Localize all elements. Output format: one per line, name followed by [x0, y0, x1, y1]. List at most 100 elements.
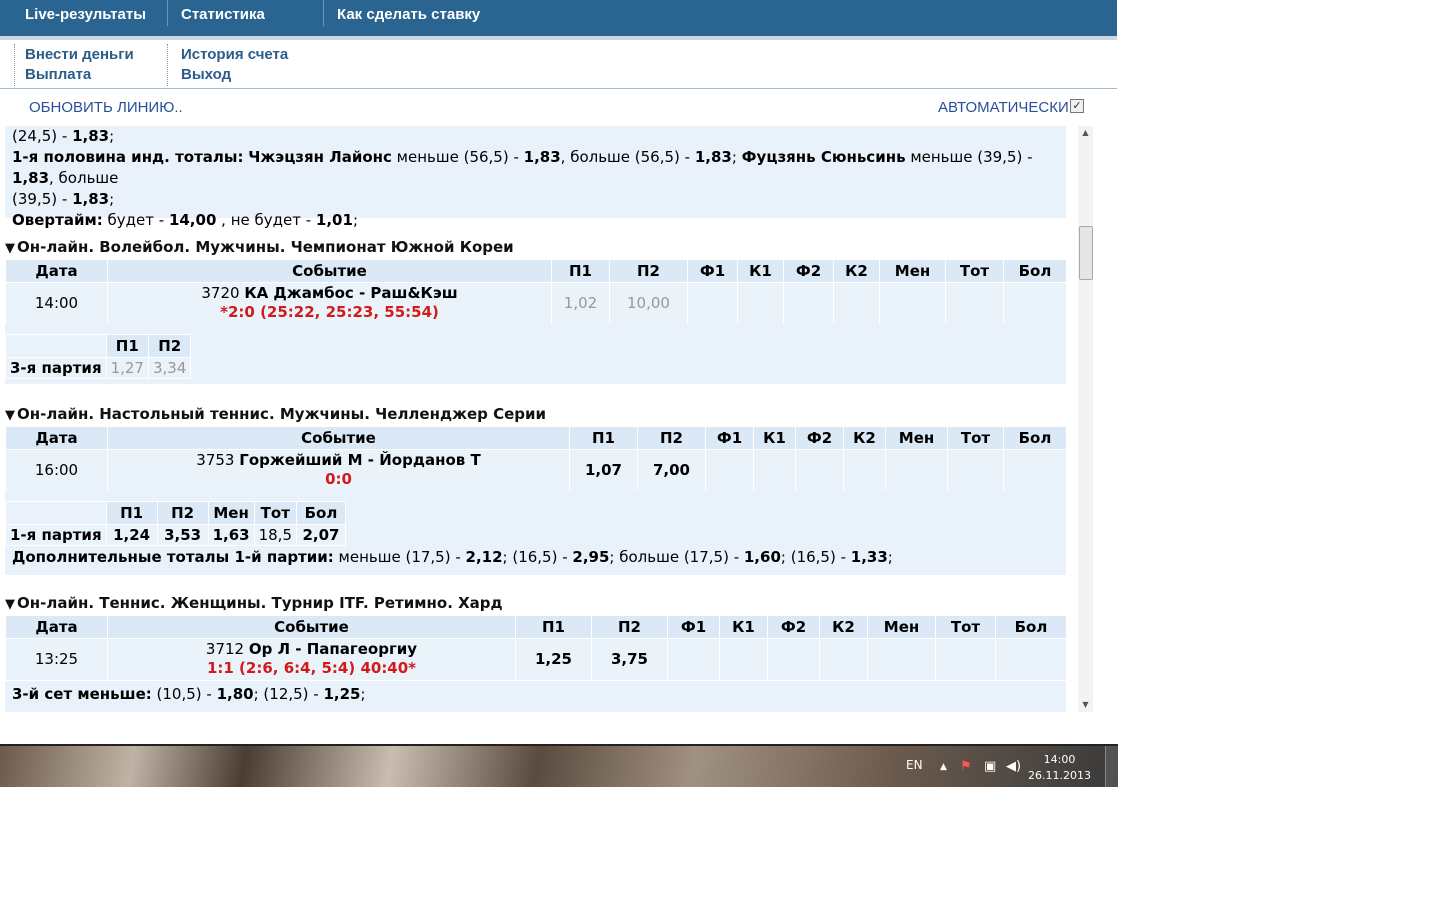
refresh-line-link[interactable]: ОБНОВИТЬ ЛИНИЮ..	[29, 99, 183, 116]
odd-value[interactable]: 1,80	[217, 685, 254, 703]
col-over: Бол	[1003, 260, 1066, 283]
odd-over	[1003, 282, 1066, 324]
section-title-tennis[interactable]: ▼ Он-лайн. Теннис. Женщины. Турнир ITF. Р…	[5, 594, 503, 612]
subnav-divider	[167, 44, 169, 86]
account-history-link[interactable]: История счета	[181, 46, 288, 63]
odd-value[interactable]: 1,01	[316, 211, 353, 229]
volume-icon[interactable]: ◀)	[1006, 759, 1021, 774]
clock-time: 14:00	[1043, 753, 1076, 766]
scrollbar-thumb[interactable]	[1079, 226, 1093, 280]
col-total: Тот	[945, 260, 1004, 283]
clock[interactable]: 14:00 26.11.2013	[1028, 752, 1091, 784]
set-label: 3-я партия	[5, 357, 107, 379]
nav-live-results[interactable]: Live-результаты	[25, 6, 146, 23]
clock-date: 26.11.2013	[1028, 769, 1091, 782]
live-score: 1:1 (2:6, 6:4, 5:4) 40:40*	[206, 659, 417, 678]
odd-under	[879, 282, 946, 324]
col-f2: Ф2	[783, 260, 834, 283]
odd-k1	[737, 282, 784, 324]
market-line: (24,5) - 1,83;	[12, 127, 115, 145]
table-header-row: Дата Событие П1 П2 Ф1 К1 Ф2 К2 Мен Тот Б…	[5, 427, 1066, 450]
subnav-divider	[14, 44, 16, 86]
odd-value[interactable]: 2,12	[466, 548, 503, 566]
network-icon[interactable]: ▣	[984, 759, 996, 774]
withdraw-link[interactable]: Выплата	[25, 66, 91, 83]
sub-markets-table-tennis: П1 П2 Мен Тот Бол 1-я партия 1,24 3,53 1…	[5, 491, 1066, 575]
odd-value[interactable]: 1,33	[851, 548, 888, 566]
odd-value[interactable]: 1,83	[72, 190, 109, 208]
odd-value[interactable]: 1,63	[207, 524, 255, 546]
odds-list[interactable]: (24,5) - 1,83; 1-я половина инд. тоталы:…	[0, 126, 1076, 712]
extra-totals-line: Дополнительные тоталы 1-й партии: меньше…	[12, 548, 893, 566]
sub-markets-tennis: 3-й сет меньше: (10,5) - 1,80; (12,5) - …	[5, 681, 1066, 712]
top-navigation: Live-результаты Статистика Как сделать с…	[0, 0, 1117, 40]
table-header-row: Дата Событие П1 П2 Ф1 К1 Ф2 К2 Мен Тот Б…	[5, 616, 1066, 639]
col-p2: П2	[609, 260, 688, 283]
deposit-link[interactable]: Внести деньги	[25, 46, 134, 63]
vertical-scrollbar[interactable]: ▲ ▼	[1078, 126, 1093, 712]
show-hidden-icons-icon[interactable]: ▲	[940, 762, 947, 772]
odd-value[interactable]: 1,25	[323, 685, 360, 703]
table-header-row: Дата Событие П1 П2 Ф1 К1 Ф2 К2 Мен Тот Б…	[5, 260, 1066, 283]
scroll-down-icon[interactable]: ▼	[1078, 698, 1093, 712]
odd-value[interactable]: 1,24	[105, 524, 158, 546]
language-indicator[interactable]: EN	[906, 758, 923, 772]
section-title-volleyball[interactable]: ▼ Он-лайн. Волейбол. Мужчины. Чемпионат Ю…	[5, 238, 514, 256]
set-label: 1-я партия	[5, 524, 107, 546]
odd-value[interactable]: 1,27	[105, 357, 149, 379]
overtime-line: Овертайм: будет - 14,00 , не будет - 1,0…	[12, 211, 358, 229]
odd-p2[interactable]: 7,00	[637, 449, 706, 491]
live-score: 0:0	[325, 470, 352, 489]
odd-value[interactable]: 1,83	[524, 148, 561, 166]
section-title-table-tennis[interactable]: ▼ Он-лайн. Настольный теннис. Мужчины. Че…	[5, 405, 546, 423]
col-event: Событие	[107, 260, 552, 283]
odd-value[interactable]: 3,53	[156, 524, 209, 546]
odd-f1	[687, 282, 738, 324]
col-p1: П1	[551, 260, 610, 283]
event-row: 13:25 3712 Ор Л - Папагеоргиу 1:1 (2:6, …	[5, 638, 1066, 680]
odd-value[interactable]: 1,60	[744, 548, 781, 566]
nav-statistics[interactable]: Статистика	[181, 6, 265, 23]
set-odds-table: П1 П2 3-я партия 1,27 3,34	[5, 334, 192, 379]
account-navigation: Внести деньги Выплата История счета Выхо…	[0, 40, 1117, 89]
odd-value[interactable]: 1,83	[72, 127, 109, 145]
sub-markets-volleyball: П1 П2 3-я партия 1,27 3,34	[5, 324, 1066, 384]
system-tray: EN ▲ ⚑ ▣ ◀) 14:00 26.11.2013	[888, 746, 1118, 787]
odd-value[interactable]: 14,00	[169, 211, 216, 229]
event-time: 16:00	[5, 449, 108, 491]
odd-p2[interactable]: 3,75	[591, 638, 668, 680]
show-desktop-button[interactable]	[1105, 746, 1118, 787]
odd-k2	[833, 282, 880, 324]
odd-f2	[783, 282, 834, 324]
event-time: 14:00	[5, 282, 108, 324]
nav-how-to-bet[interactable]: Как сделать ставку	[337, 6, 480, 23]
auto-refresh-checkbox[interactable]: ✓	[1070, 99, 1084, 113]
odd-p1[interactable]: 1,25	[515, 638, 592, 680]
odd-value[interactable]: 2,95	[572, 548, 609, 566]
event-time: 13:25	[5, 638, 108, 680]
logout-link[interactable]: Выход	[181, 66, 231, 83]
odd-p2[interactable]: 10,00	[609, 282, 688, 324]
col-k1: К1	[737, 260, 784, 283]
odd-value[interactable]: 3,34	[147, 357, 192, 379]
nav-divider	[323, 0, 324, 26]
collapse-triangle-icon: ▼	[5, 597, 15, 612]
event-cell: 3720 КА Джамбос - Раш&Кэш *2:0 (25:22, 2…	[107, 282, 552, 324]
event-cell: 3712 Ор Л - Папагеоргиу 1:1 (2:6, 6:4, 5…	[107, 638, 516, 680]
col-under: Мен	[879, 260, 946, 283]
col-f1: Ф1	[687, 260, 738, 283]
odd-p1[interactable]: 1,02	[551, 282, 610, 324]
odd-value[interactable]: 2,07	[296, 524, 346, 546]
odd-p1[interactable]: 1,07	[569, 449, 638, 491]
event-table-tennis: Дата Событие П1 П2 Ф1 К1 Ф2 К2 Мен Тот Б…	[5, 616, 1066, 680]
scroll-up-icon[interactable]: ▲	[1078, 126, 1093, 140]
total-value: 18,5	[253, 524, 298, 546]
previous-event-markets: (24,5) - 1,83; 1-я половина инд. тоталы:…	[5, 126, 1066, 229]
taskbar: EN ▲ ⚑ ▣ ◀) 14:00 26.11.2013	[0, 744, 1118, 787]
event-row: 14:00 3720 КА Джамбос - Раш&Кэш *2:0 (25…	[5, 282, 1066, 324]
odd-value[interactable]: 1,83	[12, 169, 49, 187]
odd-value[interactable]: 1,83	[695, 148, 732, 166]
action-center-flag-icon[interactable]: ⚑	[960, 759, 972, 774]
event-cell: 3753 Горжейший М - Йорданов Т 0:0	[107, 449, 570, 491]
event-table-volleyball: Дата Событие П1 П2 Ф1 К1 Ф2 К2 Мен Тот Б…	[5, 260, 1066, 324]
